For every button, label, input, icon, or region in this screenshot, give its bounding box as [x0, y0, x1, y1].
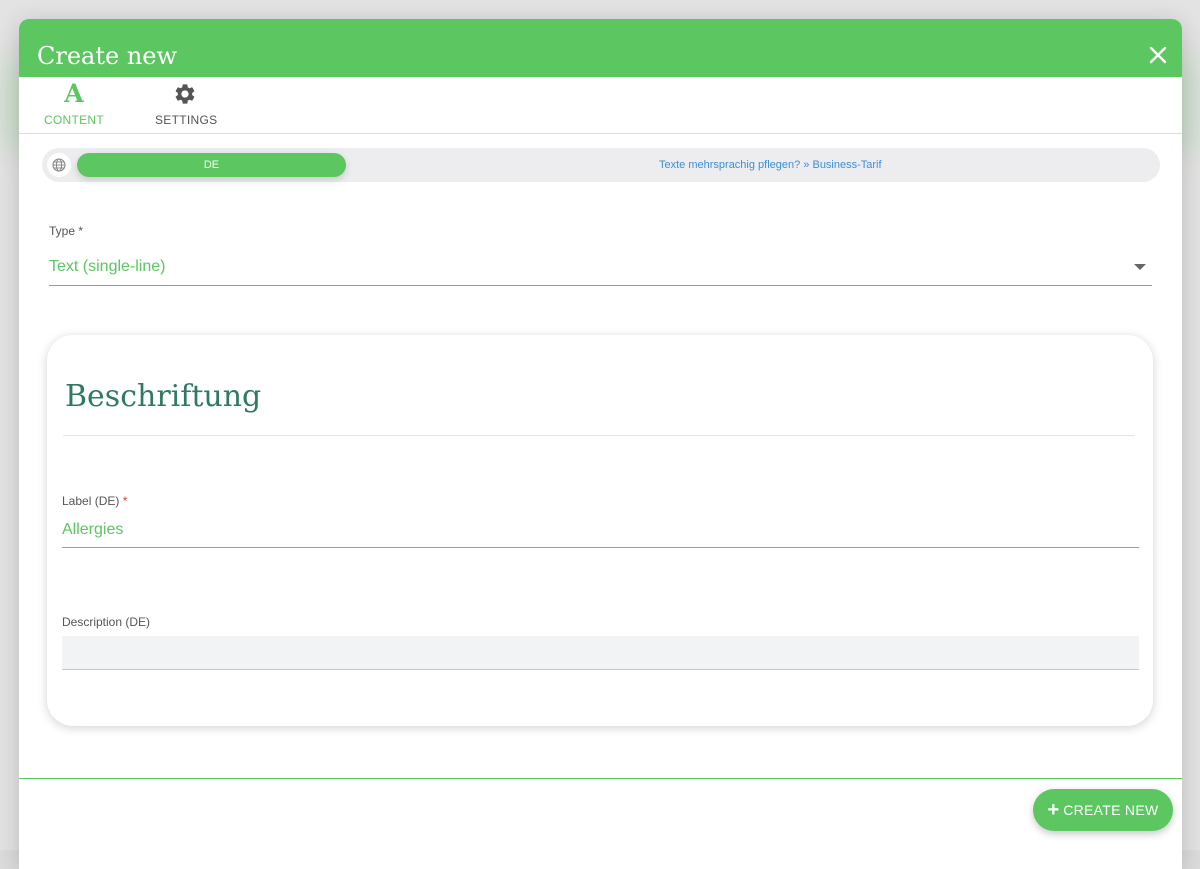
caret-down-icon	[1134, 264, 1146, 270]
plus-icon: +	[1047, 799, 1060, 821]
tab-content[interactable]: A CONTENT	[43, 77, 105, 133]
description-field: Description (DE)	[62, 614, 1139, 674]
gear-icon	[155, 81, 215, 107]
dialog-title: Create new	[37, 42, 178, 70]
footer-divider	[19, 778, 1182, 779]
label-section-card: Beschriftung Label (DE) * Description (D…	[47, 335, 1153, 726]
language-pill-de[interactable]: DE	[77, 153, 346, 177]
label-field: Label (DE) *	[62, 493, 1139, 553]
create-dialog: Create new A CONTENT SETTINGS DE Texte m…	[19, 19, 1182, 869]
label-field-label: Label (DE) *	[62, 494, 128, 508]
language-bar: DE Texte mehrsprachig pflegen? » Busines…	[42, 148, 1160, 182]
description-field-label: Description (DE)	[62, 615, 151, 629]
tab-settings[interactable]: SETTINGS	[155, 77, 218, 133]
globe-icon[interactable]	[47, 153, 71, 177]
type-select[interactable]: Text (single-line)	[49, 251, 1152, 286]
create-new-button[interactable]: + CREATE NEW	[1033, 789, 1173, 831]
tab-settings-label: SETTINGS	[155, 113, 218, 127]
required-marker: *	[122, 494, 128, 508]
type-label: Type *	[49, 224, 84, 238]
tab-bar: A CONTENT SETTINGS	[19, 77, 1182, 134]
create-new-label: CREATE NEW	[1063, 802, 1159, 818]
multilingual-upgrade-link[interactable]: Texte mehrsprachig pflegen? » Business-T…	[659, 148, 882, 182]
description-input[interactable]	[62, 636, 1139, 670]
required-marker: *	[78, 224, 84, 238]
dialog-header: Create new	[19, 19, 1182, 77]
close-icon[interactable]	[1146, 43, 1170, 67]
tab-content-label: CONTENT	[43, 113, 105, 127]
letter-a-icon: A	[64, 79, 84, 108]
section-title: Beschriftung	[65, 379, 262, 414]
section-divider	[63, 435, 1135, 436]
label-input[interactable]	[62, 513, 1139, 548]
type-field: Type * Text (single-line)	[49, 223, 1152, 286]
type-select-value: Text (single-line)	[49, 258, 166, 275]
